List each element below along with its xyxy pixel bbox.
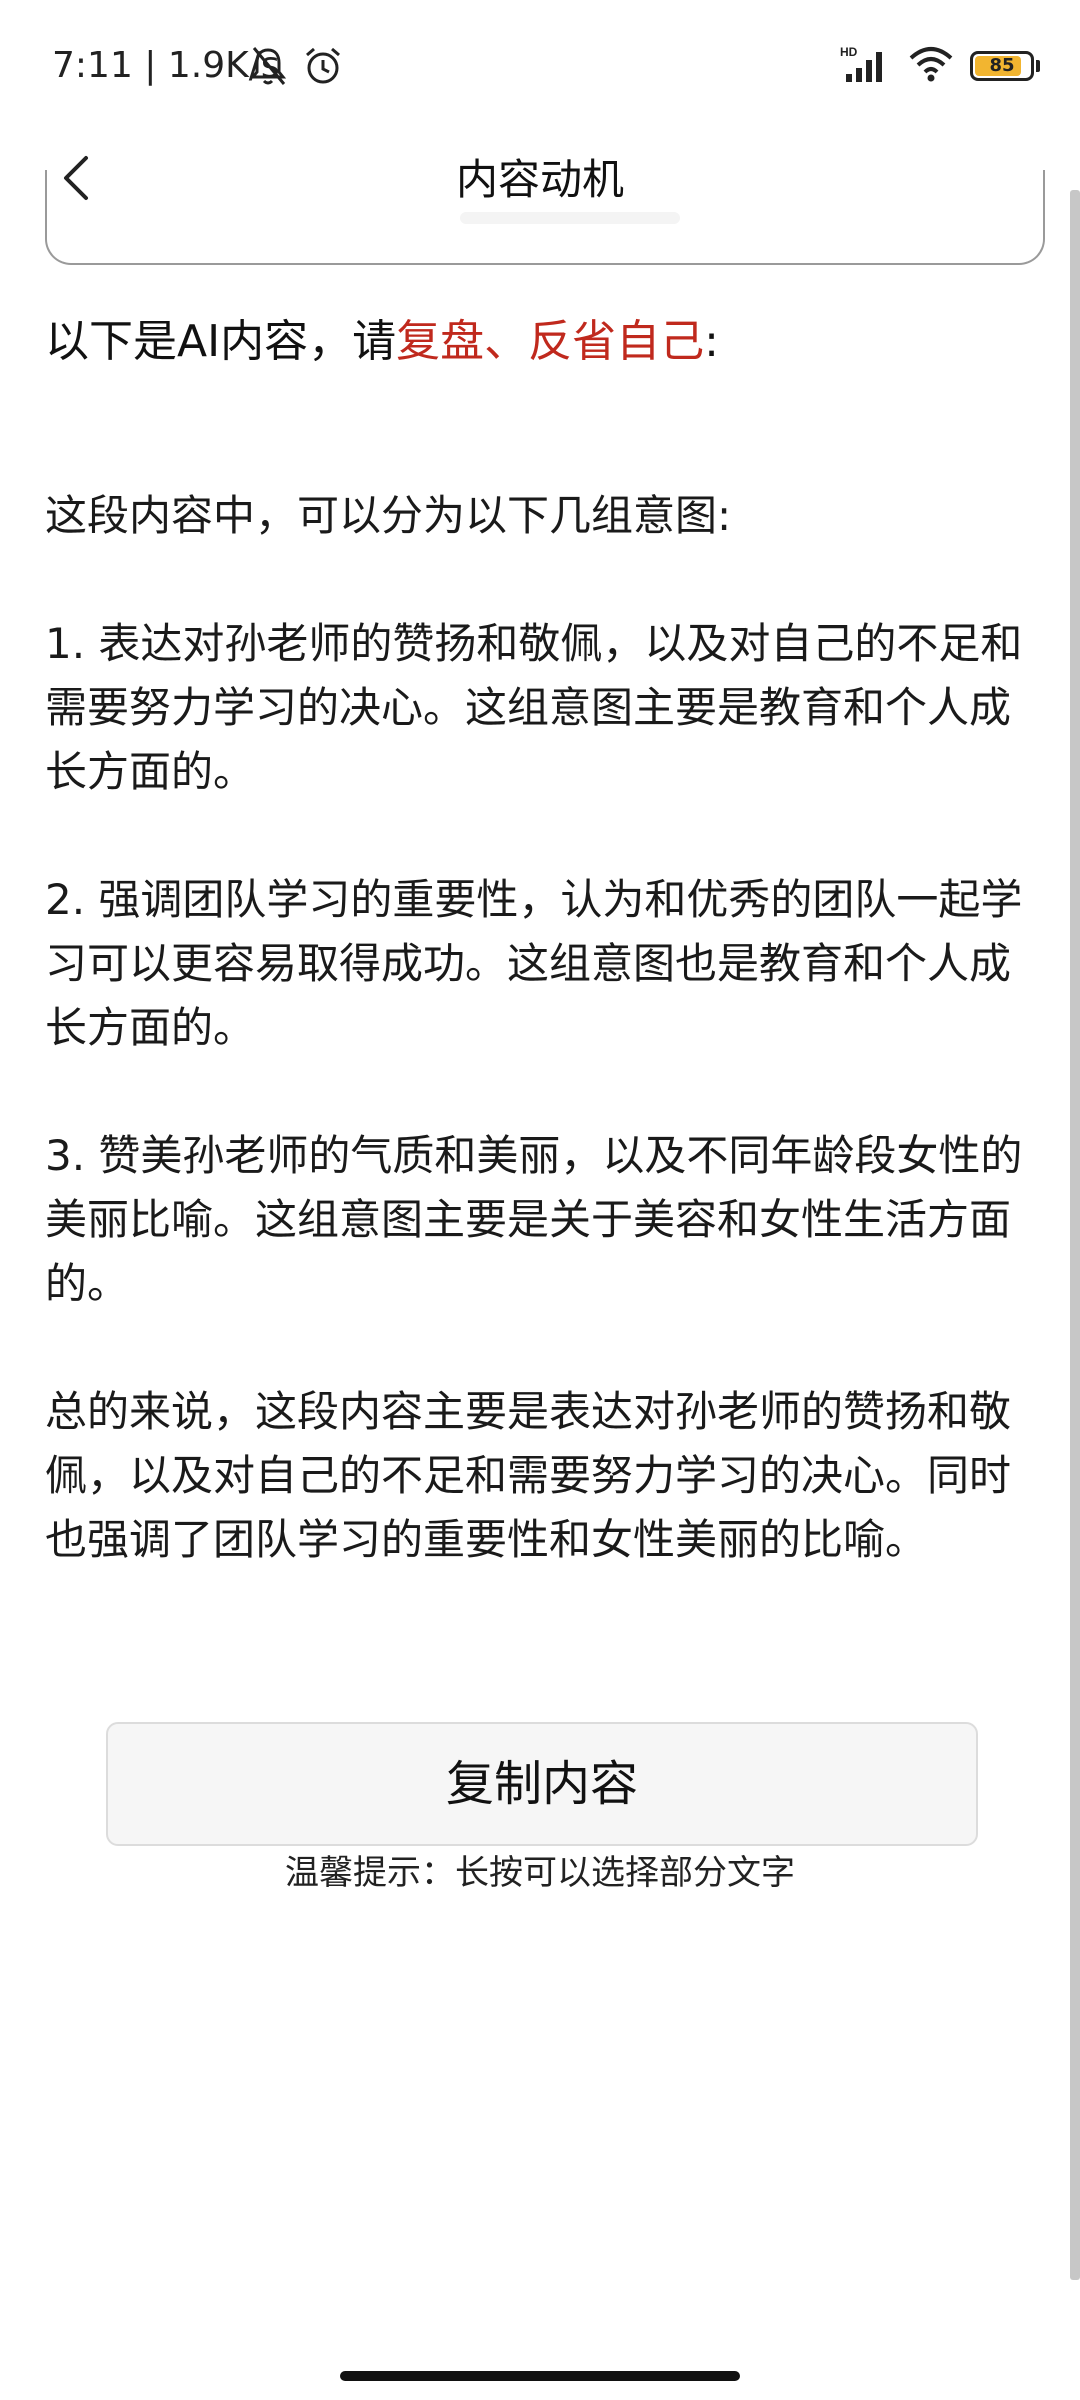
home-indicator[interactable] xyxy=(340,2371,740,2381)
battery-label: 85 xyxy=(989,55,1015,76)
content-lead: 这段内容中，可以分为以下几组意图: xyxy=(45,491,732,540)
status-bar: 7:11 | 1.9K/s HD 85 xyxy=(0,0,1080,130)
intro-prefix: 以下是AI内容，请 xyxy=(45,316,397,367)
status-left-icons xyxy=(248,44,344,92)
signal-icon: HD xyxy=(840,44,892,88)
intro-line: 以下是AI内容，请复盘、反省自己: xyxy=(45,300,1025,384)
alarm-icon xyxy=(302,44,344,92)
intent-item-3: 3. 赞美孙老师的气质和美丽，以及不同年龄段女性的美丽比喻。这组意图主要是关于美… xyxy=(45,1131,1023,1308)
network-label: HD xyxy=(840,45,858,59)
card-edge-shadow xyxy=(460,212,680,224)
intro-highlight: 复盘、反省自己 xyxy=(396,316,705,367)
copy-content-button[interactable]: 复制内容 xyxy=(106,1722,978,1846)
intro-suffix: : xyxy=(704,316,719,367)
content-summary: 总的来说，这段内容主要是表达对孙老师的赞扬和敬佩，以及对自己的不足和需要努力学习… xyxy=(45,1387,1012,1564)
intent-item-2: 2. 强调团队学习的重要性，认为和优秀的团队一起学习可以更容易取得成功。这组意图… xyxy=(45,875,1023,1052)
scrollbar[interactable] xyxy=(1070,190,1080,2280)
bell-off-icon xyxy=(248,44,288,92)
app-screen: 7:11 | 1.9K/s HD 85 内容动机 以下是AI内容，请复盘、反省自… xyxy=(0,0,1080,2400)
wifi-icon xyxy=(908,44,954,88)
ai-content: 以下是AI内容，请复盘、反省自己: 这段内容中，可以分为以下几组意图: 1. 表… xyxy=(45,300,1025,1572)
tip-text: 温馨提示：长按可以选择部分文字 xyxy=(285,1853,795,1893)
status-time: 7:11 | 1.9K/s xyxy=(52,45,280,86)
battery-tip xyxy=(1036,60,1040,72)
intent-item-1: 1. 表达对孙老师的赞扬和敬佩，以及对自己的不足和需要努力学习的决心。这组意图主… xyxy=(45,619,1023,796)
battery-icon: 85 xyxy=(970,51,1034,81)
status-right-icons: HD 85 xyxy=(840,44,1040,88)
